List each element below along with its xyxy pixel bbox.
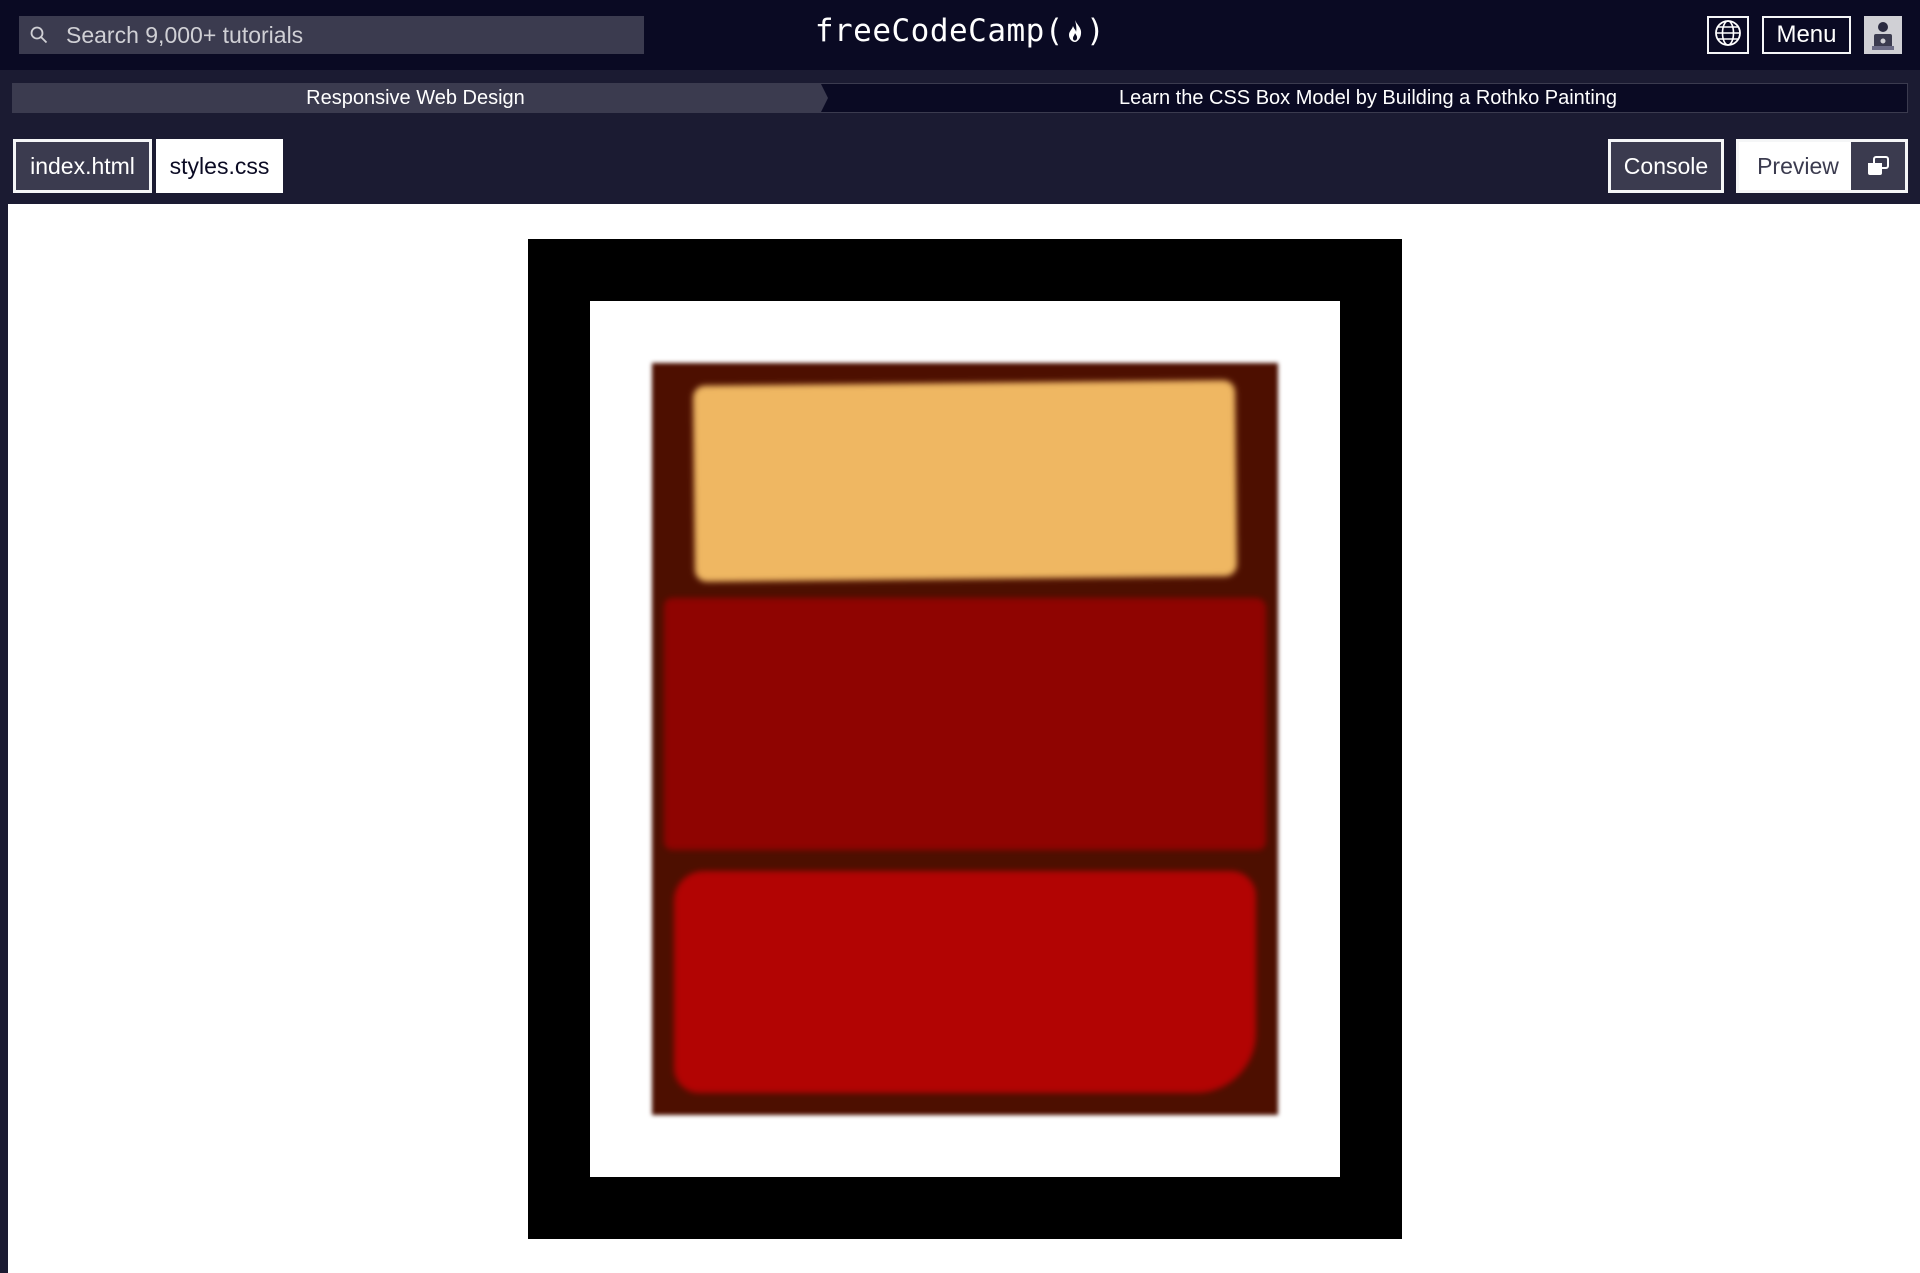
logo-text-right: ) — [1085, 13, 1106, 49]
top-nav: freeCodeCamp( ) Menu — [0, 0, 1920, 70]
pane-divider — [0, 204, 8, 1273]
painting-block-two — [664, 598, 1266, 850]
painting-block-three — [674, 871, 1256, 1093]
globe-icon — [1714, 19, 1742, 52]
search-bar[interactable] — [19, 16, 644, 54]
console-button[interactable]: Console — [1608, 139, 1724, 193]
search-input[interactable] — [64, 20, 624, 50]
preview-pane — [8, 204, 1920, 1273]
breadcrumb-superblock-label: Responsive Web Design — [306, 86, 525, 109]
painting-block-one — [692, 380, 1238, 582]
menu-button-label: Menu — [1776, 21, 1837, 48]
avatar-icon[interactable] — [1864, 16, 1902, 54]
tab-index-html[interactable]: index.html — [13, 139, 152, 193]
menu-button[interactable]: Menu — [1762, 16, 1851, 54]
breadcrumb-block-label: Learn the CSS Box Model by Building a Ro… — [1118, 86, 1618, 109]
breadcrumb-block[interactable]: Learn the CSS Box Model by Building a Ro… — [828, 84, 1908, 112]
painting-canvas — [590, 301, 1340, 1177]
painting-frame — [528, 239, 1402, 1239]
tab-index-html-label: index.html — [30, 152, 135, 179]
breadcrumb-superblock[interactable]: Responsive Web Design — [13, 84, 828, 112]
flame-icon — [1066, 15, 1084, 51]
logo-text-left: freeCodeCamp( — [814, 13, 1064, 49]
search-icon — [28, 24, 50, 46]
preview-button-label: Preview — [1757, 152, 1839, 179]
rothko-painting — [652, 363, 1278, 1115]
preview-button[interactable]: Preview — [1736, 139, 1908, 193]
console-button-label: Console — [1623, 152, 1709, 179]
tab-styles-css-label: styles.css — [169, 152, 270, 179]
language-button[interactable] — [1707, 16, 1749, 54]
editor-tab-bar: index.html styles.css Console Preview — [0, 126, 1920, 204]
popout-window-icon[interactable] — [1851, 142, 1905, 190]
tab-styles-css[interactable]: styles.css — [156, 139, 283, 193]
breadcrumb: Responsive Web Design Learn the CSS Box … — [12, 83, 1908, 113]
